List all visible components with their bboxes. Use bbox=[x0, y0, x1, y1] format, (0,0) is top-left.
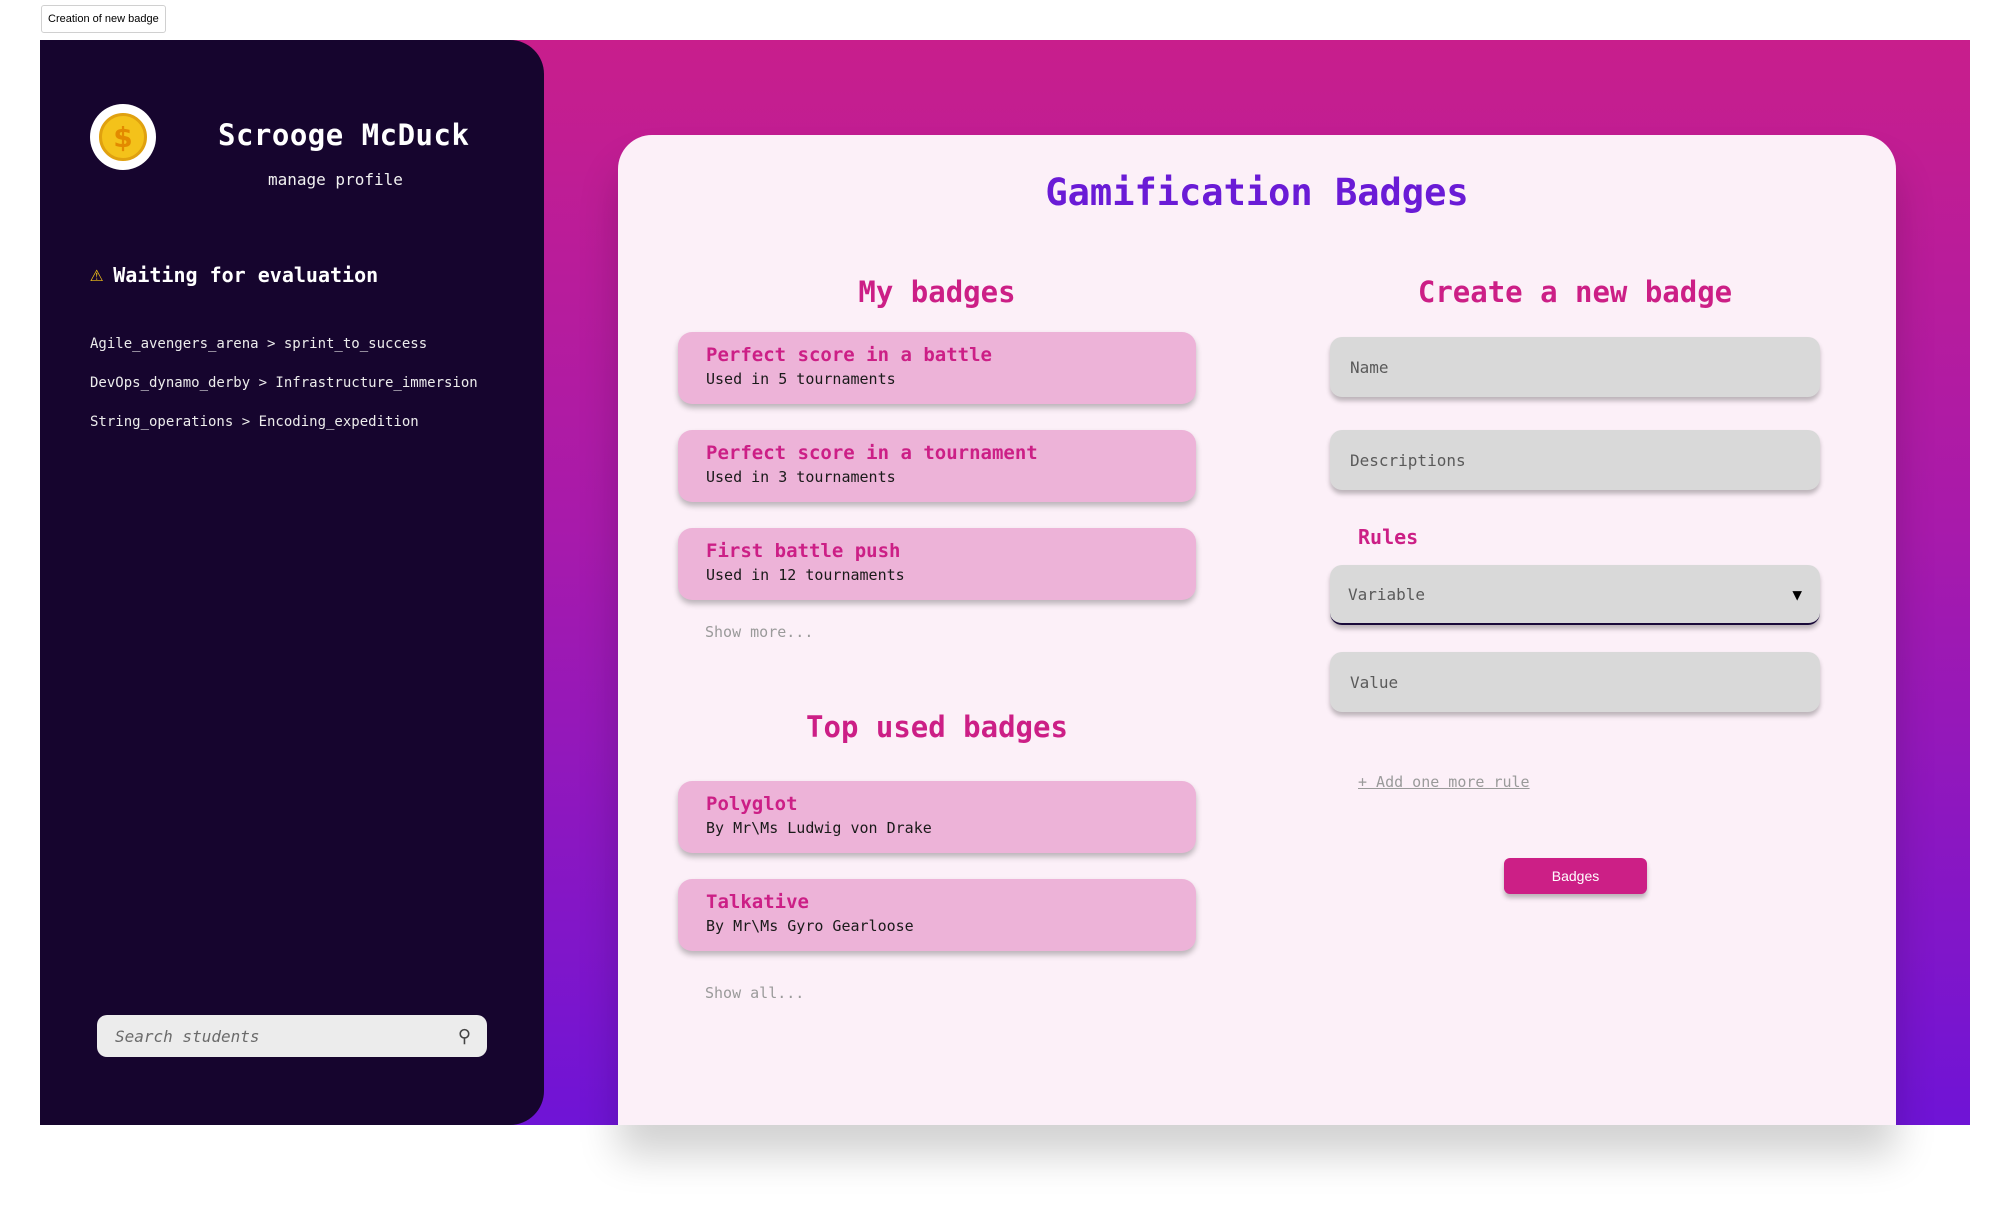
badges-panel: Gamification Badges My badges Perfect sc… bbox=[618, 135, 1896, 1125]
student-search: ⚲ bbox=[97, 1015, 487, 1057]
avatar[interactable]: $ bbox=[90, 104, 156, 170]
my-badges-heading: My badges bbox=[858, 275, 1016, 309]
show-all-link[interactable]: Show all... bbox=[705, 984, 804, 1002]
description-input[interactable] bbox=[1348, 449, 1802, 471]
badge-usage: Used in 12 tournaments bbox=[706, 566, 905, 584]
evaluation-item[interactable]: Agile_avengers_arena > sprint_to_success bbox=[90, 325, 478, 364]
top-badges-heading: Top used badges bbox=[806, 710, 1068, 744]
page-title: Gamification Badges bbox=[1045, 171, 1469, 214]
badge-author: By Mr\Ms Gyro Gearloose bbox=[706, 917, 914, 935]
badge-name: Perfect score in a tournament bbox=[706, 442, 1038, 464]
variable-select[interactable]: Variable ▼ bbox=[1330, 565, 1820, 625]
badge-name: Talkative bbox=[706, 891, 809, 913]
window-tab-label: Creation of new badge bbox=[41, 5, 166, 33]
create-badge-heading: Create a new badge bbox=[1417, 275, 1733, 309]
app-background: $ Scrooge McDuck manage profile ⚠ Waitin… bbox=[40, 40, 1970, 1125]
user-name: Scrooge McDuck bbox=[218, 118, 470, 152]
waiting-evaluation-heading: ⚠ Waiting for evaluation bbox=[90, 262, 378, 287]
badge-card[interactable]: Perfect score in a battle Used in 5 tour… bbox=[678, 332, 1196, 404]
search-input[interactable] bbox=[113, 1025, 458, 1047]
dropdown-arrow-icon: ▼ bbox=[1792, 584, 1802, 604]
badge-name: Perfect score in a battle bbox=[706, 344, 992, 366]
badge-author: By Mr\Ms Ludwig von Drake bbox=[706, 819, 932, 837]
badge-card[interactable]: Perfect score in a tournament Used in 3 … bbox=[678, 430, 1196, 502]
description-field bbox=[1330, 430, 1820, 490]
badge-usage: Used in 3 tournaments bbox=[706, 468, 896, 486]
name-input[interactable] bbox=[1348, 356, 1802, 378]
value-field bbox=[1330, 652, 1820, 712]
evaluation-list: Agile_avengers_arena > sprint_to_success… bbox=[90, 325, 478, 442]
variable-select-value: Variable bbox=[1348, 584, 1426, 604]
manage-profile-link[interactable]: manage profile bbox=[268, 170, 403, 189]
show-more-link[interactable]: Show more... bbox=[705, 623, 813, 641]
badge-usage: Used in 5 tournaments bbox=[706, 370, 896, 388]
badge-card[interactable]: Polyglot By Mr\Ms Ludwig von Drake bbox=[678, 781, 1196, 853]
rules-label: Rules bbox=[1358, 525, 1419, 549]
create-badge-button[interactable]: Badges bbox=[1504, 858, 1647, 894]
coin-icon: $ bbox=[99, 113, 147, 161]
value-input[interactable] bbox=[1348, 671, 1802, 693]
badge-card[interactable]: Talkative By Mr\Ms Gyro Gearloose bbox=[678, 879, 1196, 951]
evaluation-item[interactable]: String_operations > Encoding_expedition bbox=[90, 403, 478, 442]
badge-name: Polyglot bbox=[706, 793, 798, 815]
badge-name: First battle push bbox=[706, 540, 901, 562]
search-icon[interactable]: ⚲ bbox=[458, 1026, 471, 1047]
add-rule-link[interactable]: + Add one more rule bbox=[1358, 773, 1530, 791]
evaluation-item[interactable]: DevOps_dynamo_derby > Infrastructure_imm… bbox=[90, 364, 478, 403]
waiting-evaluation-label: Waiting for evaluation bbox=[113, 262, 379, 287]
badge-card[interactable]: First battle push Used in 12 tournaments bbox=[678, 528, 1196, 600]
sidebar: $ Scrooge McDuck manage profile ⚠ Waitin… bbox=[40, 40, 544, 1125]
name-field bbox=[1330, 337, 1820, 397]
warning-icon: ⚠ bbox=[90, 262, 104, 287]
